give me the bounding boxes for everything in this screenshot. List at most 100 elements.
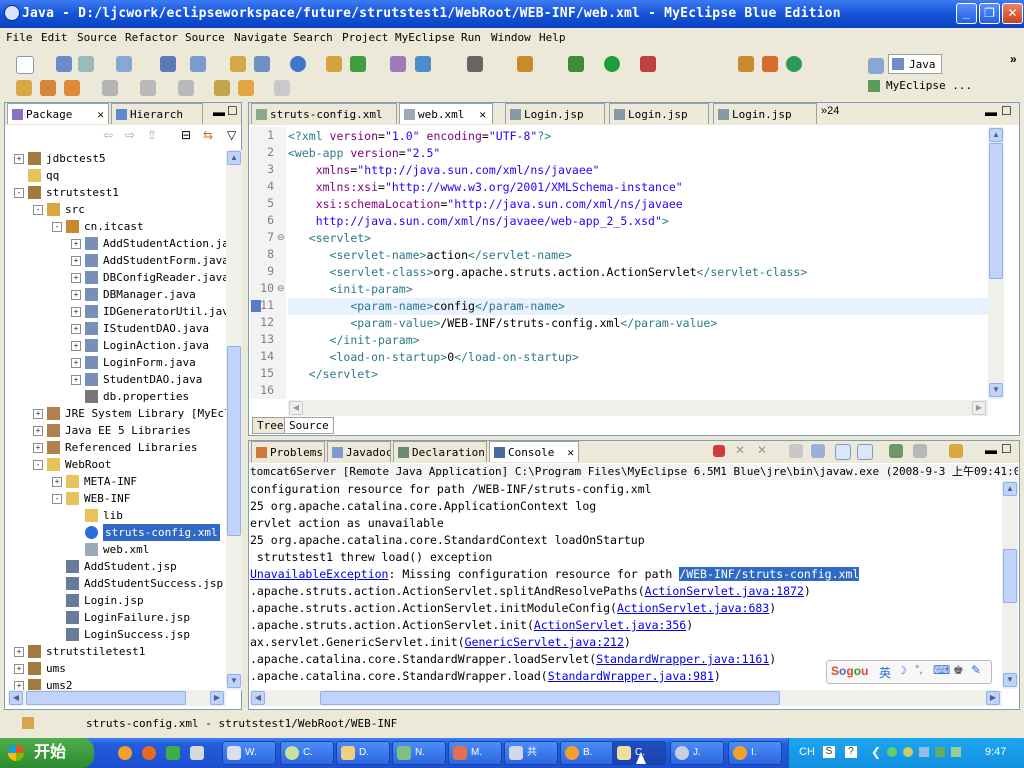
database-icon[interactable]	[415, 56, 431, 72]
taskbar-btn-9[interactable]: J.	[670, 741, 724, 765]
fast-view-icon[interactable]	[22, 717, 34, 729]
editor-tab-struts-config[interactable]: struts-config.xml	[251, 103, 397, 124]
new-wizard-icon[interactable]	[738, 56, 754, 72]
tree-node[interactable]: + Java EE 5 Libraries	[8, 422, 228, 439]
expand-icon[interactable]: +	[71, 324, 81, 334]
collapse-all-icon[interactable]: ⊟	[181, 128, 191, 142]
task-icon[interactable]	[40, 80, 56, 96]
back-arrow-icon[interactable]: ⇦	[103, 128, 113, 142]
taskbar-btn-1[interactable]: W.	[222, 741, 276, 765]
wrench-icon[interactable]: ✎	[971, 663, 981, 677]
tree-node[interactable]: + LoginForm.java	[8, 354, 228, 371]
quicklaunch-desktop-icon[interactable]	[190, 746, 204, 760]
tree-node[interactable]: AddStudentSuccess.jsp	[8, 575, 228, 592]
expand-icon[interactable]: +	[71, 256, 81, 266]
tree-node[interactable]: + IStudentDAO.java	[8, 320, 228, 337]
volume-icon[interactable]	[951, 747, 961, 757]
tab-console[interactable]: Console ✕	[489, 441, 579, 462]
print-icon[interactable]	[78, 56, 94, 72]
perspective-java[interactable]: Java	[888, 54, 942, 74]
expand-icon[interactable]: +	[33, 409, 43, 419]
remove-all-icon[interactable]: ✕	[757, 443, 767, 457]
stacktrace-link[interactable]: ActionServlet.java:356	[534, 618, 686, 632]
expand-icon[interactable]: +	[71, 239, 81, 249]
maximize-editor-icon[interactable]: ☐	[1001, 104, 1012, 118]
menu-project[interactable]: Project	[342, 31, 388, 44]
menu-navigate[interactable]: Navigate	[234, 31, 287, 44]
tools-icon[interactable]	[517, 56, 533, 72]
menu-source[interactable]: Source	[77, 31, 117, 44]
editor-tab-overflow[interactable]: »24	[821, 105, 839, 117]
minimize-button[interactable]: _	[956, 3, 977, 24]
perspective-myeclipse[interactable]: MyEclipse ...	[886, 79, 972, 92]
menu-file[interactable]: File	[6, 31, 33, 44]
start-button[interactable]: 开始	[0, 738, 94, 768]
scroll-left-icon[interactable]: ◀	[9, 691, 23, 705]
expand-icon[interactable]: +	[71, 375, 81, 385]
scroll-right-icon[interactable]: ▶	[972, 401, 986, 415]
scroll-down-icon[interactable]: ▼	[227, 674, 241, 688]
tree-node[interactable]: AddStudent.jsp	[8, 558, 228, 575]
tree-node[interactable]: + DBManager.java	[8, 286, 228, 303]
tree-node[interactable]: + AddStudentForm.java	[8, 252, 228, 269]
hscroll-thumb[interactable]	[26, 691, 186, 705]
pin-console-icon[interactable]	[889, 444, 903, 458]
taskbar-btn-5[interactable]: M.	[448, 741, 502, 765]
fold-toggle-icon[interactable]: ⊖	[277, 232, 285, 243]
external-tools-icon[interactable]	[640, 56, 656, 72]
editor-tab-login-jsp-2[interactable]: Login.jsp	[609, 103, 709, 124]
menu-source-2[interactable]: Source	[185, 31, 225, 44]
run-icon[interactable]	[604, 56, 620, 72]
moon-icon[interactable]: ☽	[897, 664, 907, 677]
editor-tab-web-xml[interactable]: web.xml ✕	[399, 103, 493, 124]
expand-icon[interactable]: +	[71, 307, 81, 317]
taskbar-btn-3[interactable]: D.	[336, 741, 390, 765]
maximize-button[interactable]: ❐	[979, 3, 1000, 24]
tree-node[interactable]: - WEB-INF	[8, 490, 228, 507]
tab-declaration[interactable]: Declaration	[393, 441, 487, 462]
display-console-icon[interactable]	[913, 444, 927, 458]
search-icon[interactable]	[190, 56, 206, 72]
new-icon[interactable]	[16, 56, 34, 74]
stacktrace-link[interactable]: StandardWrapper.java:1161	[596, 652, 769, 666]
deploy-icon[interactable]	[160, 56, 176, 72]
server-icon[interactable]	[116, 56, 132, 72]
minimize-editor-icon[interactable]: ▬	[985, 105, 997, 119]
tree-node[interactable]: qq	[8, 167, 228, 184]
punctuation-icon[interactable]: °,	[915, 664, 922, 676]
refresh-icon[interactable]	[786, 56, 802, 72]
taskbar-btn-6[interactable]: 共	[504, 741, 558, 765]
tree-node[interactable]: + LoginAction.java	[8, 337, 228, 354]
scroll-up-icon[interactable]: ▲	[1003, 482, 1017, 496]
collapse-icon[interactable]: -	[33, 460, 43, 470]
up-icon[interactable]: ⇧	[147, 128, 157, 142]
package-icon[interactable]	[762, 56, 778, 72]
tree-node[interactable]: + JRE System Library [MyEcli	[8, 405, 228, 422]
pen-icon[interactable]	[102, 80, 118, 96]
close-button[interactable]: ✕	[1002, 3, 1023, 24]
view-menu-icon[interactable]: ▽	[227, 128, 236, 142]
network-icon[interactable]	[887, 747, 897, 757]
stacktrace-link[interactable]: ActionServlet.java:1872	[645, 584, 804, 598]
clear-console-icon[interactable]	[789, 444, 803, 458]
save-icon[interactable]	[56, 56, 72, 72]
scroll-down-icon[interactable]: ▼	[1003, 673, 1017, 687]
quicklaunch-messenger-icon[interactable]	[166, 746, 180, 760]
taskbar-btn-7[interactable]: B.	[560, 741, 614, 765]
minimize-console-icon[interactable]: ▬	[985, 443, 997, 457]
skin-icon[interactable]: ♚	[953, 663, 964, 677]
open-type-icon[interactable]	[230, 56, 246, 72]
globe-icon[interactable]	[290, 56, 306, 72]
open-perspective-icon[interactable]	[868, 58, 884, 74]
menu-edit[interactable]: Edit	[41, 31, 68, 44]
menu-search[interactable]: Search	[293, 31, 333, 44]
show-stdout-icon[interactable]	[835, 444, 851, 460]
last-edit-icon[interactable]	[214, 80, 230, 96]
menu-window[interactable]: Window	[491, 31, 531, 44]
open-console-icon[interactable]	[949, 444, 963, 458]
expand-icon[interactable]: +	[71, 273, 81, 283]
expand-icon[interactable]: +	[71, 290, 81, 300]
tree-node[interactable]: Login.jsp	[8, 592, 228, 609]
menu-myeclipse[interactable]: MyEclipse	[395, 31, 455, 44]
perspective-overflow[interactable]: »	[1010, 52, 1017, 66]
